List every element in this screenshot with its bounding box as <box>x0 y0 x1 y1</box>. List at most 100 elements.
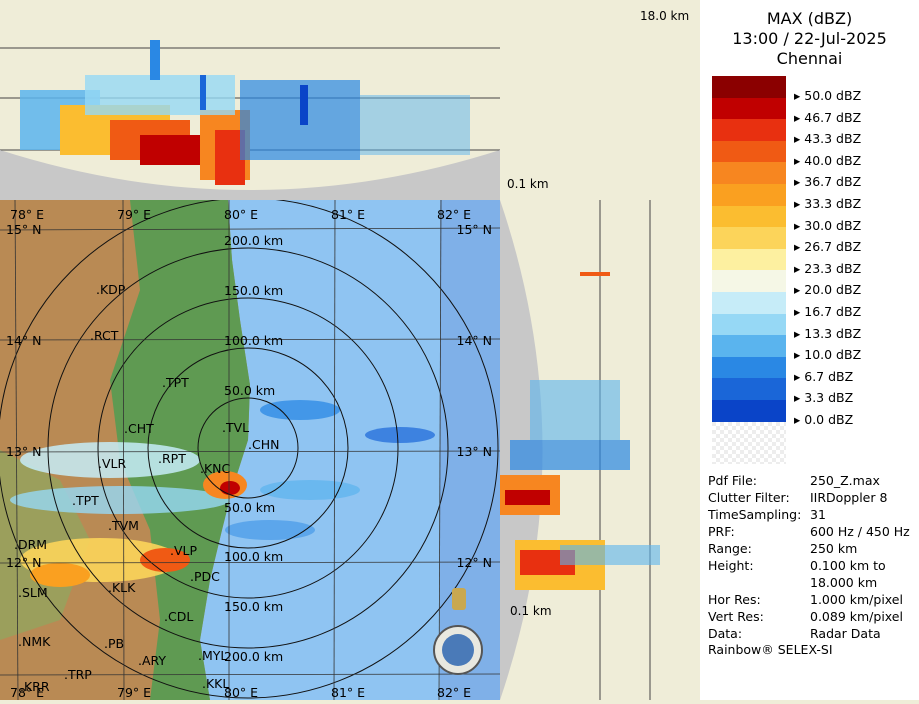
top-profile-height-label: 18.0 km <box>640 9 690 23</box>
legend-label: ▸ 13.3 dBZ <box>794 325 862 341</box>
range-ring-label: 50.0 km <box>224 500 275 515</box>
longitude-label-top: 79° E <box>117 207 151 222</box>
station-name: Chennai <box>776 49 843 68</box>
longitude-label-top: 82° E <box>437 207 471 222</box>
legend-label: ▸ 6.7 dBZ <box>794 368 854 384</box>
city-label: .PDC <box>190 569 220 584</box>
city-label: .KRR <box>20 679 50 694</box>
range-ring-label: 200.0 km <box>224 233 283 248</box>
legend-nodata-swatch <box>712 422 786 464</box>
legend-swatch <box>712 227 786 249</box>
city-label: .VLP <box>170 543 197 558</box>
city-label: .DRM <box>14 537 47 552</box>
info-value: 1.000 km/pixel <box>810 592 903 607</box>
city-label: .TVL <box>222 420 249 435</box>
top-profile-svg <box>0 0 500 200</box>
city-label: .TPT <box>162 375 189 390</box>
longitude-label-top: 81° E <box>331 207 365 222</box>
legend-swatch <box>712 184 786 206</box>
legend-swatch <box>712 76 786 98</box>
range-ring-label: 150.0 km <box>224 599 283 614</box>
info-value: 600 Hz / 450 Hz <box>810 524 910 539</box>
city-label: .RPT <box>158 451 186 466</box>
legend-swatch <box>712 313 786 336</box>
info-label: Range: <box>708 541 752 556</box>
side-profile-height-label: 0.1 km <box>507 177 549 191</box>
legend-swatch <box>712 270 786 292</box>
info-label: PRF: <box>708 524 735 539</box>
legend-label: ▸ 26.7 dBZ <box>794 239 862 255</box>
latitude-label-right: 13° N <box>457 444 492 459</box>
time-date: 13:00 / 22-Jul-2025 <box>732 29 887 48</box>
city-label: .CDL <box>164 609 193 624</box>
city-label: .KLK <box>108 580 136 595</box>
legend-label: ▸ 30.0 dBZ <box>794 217 862 233</box>
city-label: .TPT <box>72 493 99 508</box>
info-value: 0.089 km/pixel <box>810 609 903 624</box>
city-label: .PB <box>104 636 124 651</box>
legend-label: ▸ 43.3 dBZ <box>794 131 862 147</box>
info-label: Pdf File: <box>708 473 757 488</box>
info-value: 31 <box>810 507 826 522</box>
side-height-profile <box>500 200 700 700</box>
info-value: 250 km <box>810 541 858 556</box>
city-label: .SLM <box>18 585 48 600</box>
legend-label: ▸ 36.7 dBZ <box>794 174 862 190</box>
radar-map: 78° E 78° E 79° E 79° E 80° E 80° E 81° E 81° E… <box>0 200 500 700</box>
city-label: .VLR <box>98 456 126 471</box>
legend-label: ▸ 50.0 dBZ <box>794 88 862 103</box>
side-profile-svg <box>500 200 700 700</box>
city-label: .MYL <box>198 648 227 663</box>
legend-swatch <box>712 400 786 422</box>
legend-swatch <box>712 356 786 379</box>
info-label: Vert Res: <box>708 609 764 624</box>
legend-swatch <box>712 292 786 314</box>
longitude-label-top: 80° E <box>224 207 258 222</box>
latitude-label-left: 14° N <box>6 333 41 348</box>
city-label: .TRP <box>64 667 92 682</box>
footer-credit: Rainbow® SELEX-SI <box>708 642 833 657</box>
legend-label: ▸ 20.0 dBZ <box>794 282 862 298</box>
legend-swatch <box>712 162 786 184</box>
info-value: IIRDoppler 8 <box>810 490 888 505</box>
longitude-label-top: 78° E <box>10 207 44 222</box>
legend-swatch <box>712 335 786 357</box>
latitude-label-right: 12° N <box>457 555 492 570</box>
info-value: Radar Data <box>810 626 881 641</box>
range-ring-label: 100.0 km <box>224 549 283 564</box>
latitude-label-right: 14° N <box>457 333 492 348</box>
city-label: .KKL <box>202 676 229 691</box>
legend-label: ▸ 3.3 dBZ <box>794 390 854 406</box>
legend-label: ▸ 10.0 dBZ <box>794 347 862 363</box>
city-label: .NMK <box>18 634 51 649</box>
legend-label: ▸ 23.3 dBZ <box>794 260 862 276</box>
legend-label: ▸ 33.3 dBZ <box>794 196 862 211</box>
legend-label: ▸ 16.7 dBZ <box>794 304 862 319</box>
legend-label: ▸ 46.7 dBZ <box>794 109 862 125</box>
product-title: MAX (dBZ) <box>766 9 853 28</box>
latitude-label-left: 13° N <box>6 444 41 459</box>
legend-label: ▸ 0.0 dBZ <box>794 412 854 427</box>
city-label: .KDP <box>96 282 126 297</box>
legend-swatch <box>712 205 786 228</box>
city-label: .KNC <box>200 461 231 476</box>
legend-label: ▸ 40.0 dBZ <box>794 152 862 168</box>
city-label: .ARY <box>138 653 166 668</box>
city-label: .RCT <box>90 328 119 343</box>
legend-swatch <box>712 140 786 163</box>
legend-swatch <box>712 119 786 141</box>
longitude-label-bottom: 81° E <box>331 685 365 700</box>
latitude-label-left: 12° N <box>6 555 41 570</box>
legend-swatch <box>712 378 786 400</box>
side-profile-bottom-label: 0.1 km <box>510 604 552 618</box>
info-label: Data: <box>708 626 743 641</box>
longitude-label-bottom: 82° E <box>437 685 471 700</box>
info-value: 0.100 km to <box>810 558 886 573</box>
range-ring-label: 200.0 km <box>224 649 283 664</box>
radar-map-svg: 78° E78° E79° E79° E80° E80° E81° E81° E… <box>0 200 500 700</box>
city-label: .CHN <box>248 437 279 452</box>
city-label: .CHT <box>124 421 154 436</box>
info-value: 250_Z.max <box>810 473 880 488</box>
legend-swatch <box>712 248 786 271</box>
info-value: 18.000 km <box>810 575 878 590</box>
